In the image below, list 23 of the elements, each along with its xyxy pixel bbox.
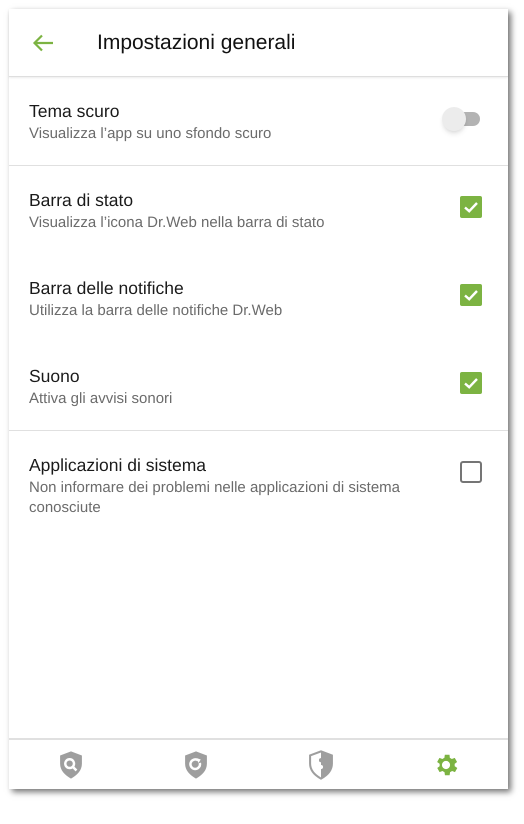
settings-row[interactable]: Suono Attiva gli avvisi sonori: [9, 342, 508, 430]
setting-description: Utilizza la barra delle notifiche Dr.Web: [29, 301, 284, 321]
setting-title: Applicazioni di sistema: [29, 454, 208, 477]
setting-title: Tema scuro: [29, 100, 120, 123]
settings-row[interactable]: Barra delle notifiche Utilizza la barra delle notifiche Dr.Web: [9, 254, 508, 342]
page-title: Impostazioni generali: [97, 30, 296, 56]
setting-title: Barra di stato: [29, 189, 134, 212]
checkbox[interactable]: [460, 372, 482, 394]
settings-row[interactable]: Barra di stato Visualizza l’icona Dr.Web nella barra di stato: [9, 166, 508, 254]
settings-row[interactable]: Applicazioni di sistema Non informare dei problemi nelle applicazioni di sistema conosciute: [9, 431, 508, 528]
setting-description: Visualizza l’icona Dr.Web nella barra di stato: [29, 213, 326, 233]
checkbox[interactable]: [460, 196, 482, 218]
setting-description: Visualizza l’app su uno sfondo scuro: [29, 124, 272, 144]
back-arrow-icon: [32, 34, 54, 52]
setting-title: Barra delle notifiche: [29, 277, 185, 300]
setting-description: Attiva gli avvisi sonori: [29, 389, 174, 409]
toggle-switch[interactable]: [442, 107, 482, 131]
setting-description: Non informare dei problemi nelle applicazioni di sistema conosciute: [29, 478, 402, 518]
setting-title: Suono: [29, 365, 81, 388]
settings-row[interactable]: Tema scuro Visualizza l’app su uno sfondo scuro: [9, 77, 508, 165]
checkbox[interactable]: [460, 461, 482, 483]
shield-puzzle-icon: [306, 750, 335, 780]
checkbox[interactable]: [460, 284, 482, 306]
